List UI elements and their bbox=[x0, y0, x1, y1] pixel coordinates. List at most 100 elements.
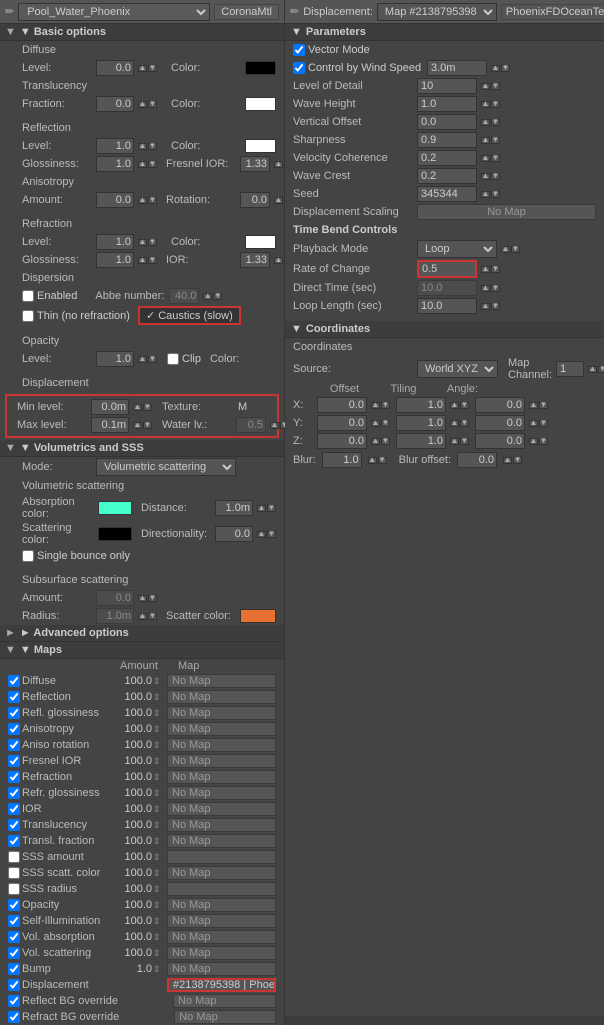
map-checkbox-0[interactable] bbox=[8, 675, 20, 687]
refr-level-input[interactable] bbox=[96, 234, 134, 250]
map-checkbox-20[interactable] bbox=[8, 995, 20, 1007]
map-value-16[interactable]: No Map bbox=[167, 930, 276, 944]
map-checkbox-21[interactable] bbox=[8, 1011, 20, 1023]
map-checkbox-1[interactable] bbox=[8, 691, 20, 703]
map-checkbox-10[interactable] bbox=[8, 835, 20, 847]
wind-speed-checkbox[interactable] bbox=[293, 62, 305, 74]
refr-color-swatch[interactable] bbox=[245, 235, 276, 249]
z-tiling-input[interactable] bbox=[396, 433, 446, 449]
map-checkbox-16[interactable] bbox=[8, 931, 20, 943]
scattering-swatch[interactable] bbox=[98, 527, 132, 541]
map-value-0[interactable]: No Map bbox=[167, 674, 276, 688]
diffuse-color-swatch[interactable] bbox=[245, 61, 276, 75]
map-value-2[interactable]: No Map bbox=[167, 706, 276, 720]
map-value-20[interactable]: No Map bbox=[173, 994, 276, 1008]
map-value-17[interactable]: No Map bbox=[167, 946, 276, 960]
parameters-section-header[interactable]: ▼ Parameters bbox=[285, 24, 604, 41]
loop-length-input[interactable] bbox=[417, 298, 477, 314]
map-value-7[interactable]: No Map bbox=[167, 786, 276, 800]
x-tiling-input[interactable] bbox=[396, 397, 446, 413]
map-value-15[interactable]: No Map bbox=[167, 914, 276, 928]
absorption-swatch[interactable] bbox=[98, 501, 132, 515]
y-angle-input[interactable] bbox=[475, 415, 525, 431]
sss-radius-input[interactable] bbox=[96, 608, 134, 624]
mode-select[interactable]: Volumetric scattering bbox=[96, 458, 236, 476]
refr-gloss-input[interactable] bbox=[96, 252, 134, 268]
maps-header[interactable]: ▼ ▼ Maps bbox=[0, 642, 284, 659]
refl-gloss-input[interactable] bbox=[96, 156, 134, 172]
refl-color-swatch[interactable] bbox=[245, 139, 276, 153]
sharpness-input[interactable] bbox=[417, 132, 477, 148]
opacity-level-input[interactable] bbox=[96, 351, 134, 367]
z-angle-input[interactable] bbox=[475, 433, 525, 449]
map-value-4[interactable]: No Map bbox=[167, 738, 276, 752]
map-value-8[interactable]: No Map bbox=[167, 802, 276, 816]
map-checkbox-13[interactable] bbox=[8, 883, 20, 895]
rp-map-id-dropdown[interactable]: Map #2138795398 bbox=[377, 3, 497, 21]
x-offset-input[interactable] bbox=[317, 397, 367, 413]
map-channel-input[interactable] bbox=[556, 361, 584, 377]
map-value-1[interactable]: No Map bbox=[167, 690, 276, 704]
map-value-5[interactable]: No Map bbox=[167, 754, 276, 768]
map-checkbox-17[interactable] bbox=[8, 947, 20, 959]
translucency-fraction-down[interactable]: ▼ bbox=[148, 101, 157, 108]
map-value-6[interactable]: No Map bbox=[167, 770, 276, 784]
seed-input[interactable] bbox=[417, 186, 477, 202]
y-tiling-input[interactable] bbox=[396, 415, 446, 431]
map-value-10[interactable]: No Map bbox=[167, 834, 276, 848]
map-checkbox-9[interactable] bbox=[8, 819, 20, 831]
diffuse-level-down[interactable]: ▼ bbox=[148, 65, 157, 72]
map-value-9[interactable]: No Map bbox=[167, 818, 276, 832]
rate-of-change-input[interactable] bbox=[417, 260, 477, 278]
z-offset-input[interactable] bbox=[317, 433, 367, 449]
abbe-input[interactable] bbox=[169, 288, 199, 304]
lod-input[interactable] bbox=[417, 78, 477, 94]
map-value-14[interactable]: No Map bbox=[167, 898, 276, 912]
wave-crest-input[interactable] bbox=[417, 168, 477, 184]
thin-checkbox[interactable] bbox=[22, 310, 34, 322]
vertical-offset-input[interactable] bbox=[417, 114, 477, 130]
sss-amount-input[interactable] bbox=[96, 590, 134, 606]
map-value-3[interactable]: No Map bbox=[167, 722, 276, 736]
refr-ior-input[interactable] bbox=[240, 252, 270, 268]
map-checkbox-18[interactable] bbox=[8, 963, 20, 975]
map-checkbox-6[interactable] bbox=[8, 771, 20, 783]
map-checkbox-8[interactable] bbox=[8, 803, 20, 815]
direct-time-input[interactable] bbox=[417, 280, 477, 296]
x-angle-input[interactable] bbox=[475, 397, 525, 413]
water-lv-input[interactable] bbox=[236, 417, 266, 433]
wave-height-input[interactable] bbox=[417, 96, 477, 112]
displacement-scaling-map[interactable]: No Map bbox=[417, 204, 596, 220]
dispersion-enabled-checkbox[interactable] bbox=[22, 290, 34, 302]
translucency-fraction-input[interactable] bbox=[96, 96, 134, 112]
playback-mode-select[interactable]: Loop bbox=[417, 240, 497, 258]
fresnel-ior-input[interactable] bbox=[240, 156, 270, 172]
caustics-button[interactable]: ✓ Caustics (slow) bbox=[138, 306, 241, 325]
map-value-19[interactable]: #2138795398 | PhoenixFDOcean bbox=[167, 978, 276, 992]
map-checkbox-3[interactable] bbox=[8, 723, 20, 735]
distance-input[interactable] bbox=[215, 500, 253, 516]
map-value-12[interactable]: No Map bbox=[167, 866, 276, 880]
map-checkbox-2[interactable] bbox=[8, 707, 20, 719]
material-name-dropdown[interactable]: Pool_Water_Phoenix bbox=[18, 3, 210, 21]
advanced-options-header[interactable]: ► ► Advanced options bbox=[0, 625, 284, 642]
map-checkbox-15[interactable] bbox=[8, 915, 20, 927]
basic-options-header[interactable]: ▼ ▼ Basic options bbox=[0, 24, 284, 41]
map-checkbox-4[interactable] bbox=[8, 739, 20, 751]
map-value-13[interactable] bbox=[167, 882, 276, 896]
refl-level-down[interactable]: ▼ bbox=[148, 143, 157, 150]
translucency-color-swatch[interactable] bbox=[245, 97, 276, 111]
anisotropy-amount-input[interactable] bbox=[96, 192, 134, 208]
refl-level-up[interactable]: ▲ bbox=[138, 143, 147, 150]
diffuse-level-up[interactable]: ▲ bbox=[138, 65, 147, 72]
map-value-18[interactable]: No Map bbox=[167, 962, 276, 976]
map-value-21[interactable]: No Map bbox=[174, 1010, 276, 1024]
source-select[interactable]: World XYZ bbox=[417, 360, 498, 378]
map-checkbox-7[interactable] bbox=[8, 787, 20, 799]
map-checkbox-19[interactable] bbox=[8, 979, 20, 991]
refl-level-input[interactable] bbox=[96, 138, 134, 154]
map-value-11[interactable] bbox=[167, 850, 276, 864]
blur-input[interactable] bbox=[322, 452, 362, 468]
single-bounce-checkbox[interactable] bbox=[22, 550, 34, 562]
volumetrics-header[interactable]: ▼ ▼ Volumetrics and SSS bbox=[0, 440, 284, 457]
